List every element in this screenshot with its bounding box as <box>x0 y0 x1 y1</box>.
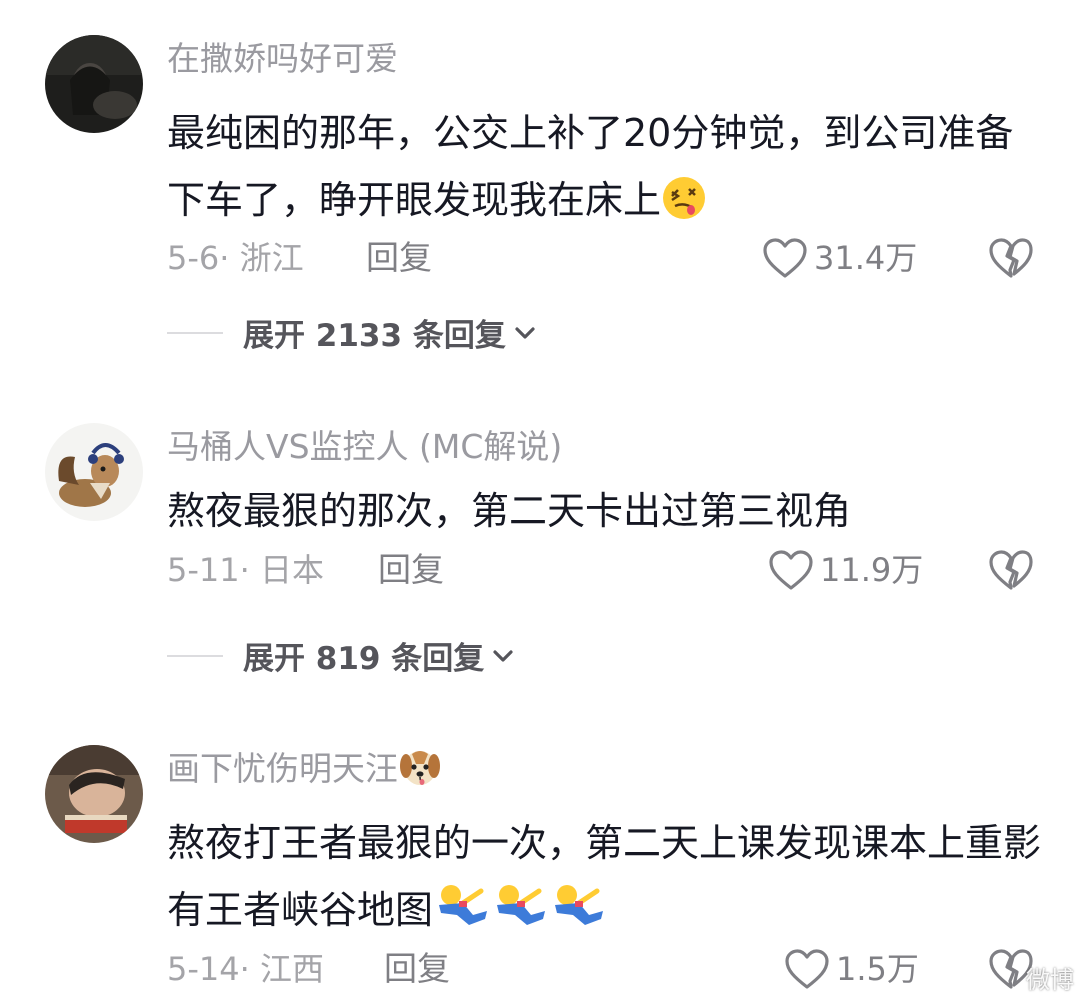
falling-person-emoji-icon <box>433 881 491 952</box>
username[interactable]: 马桶人VS监控人 (MC解说) <box>167 424 562 470</box>
username[interactable]: 画下忧伤明天汪 <box>167 746 442 800</box>
dislike-button[interactable] <box>988 548 1034 592</box>
dislike-button[interactable] <box>988 236 1034 280</box>
comment-text: 熬夜最狠的那次，第二天卡出过第三视角 <box>167 478 1047 545</box>
username[interactable]: 在撒娇吗好可爱 <box>167 36 398 82</box>
dog-face-emoji-icon <box>398 746 442 800</box>
like-button[interactable]: 11.9万 <box>768 548 923 592</box>
avatar[interactable] <box>45 423 143 521</box>
reply-button[interactable]: 回复 <box>384 947 450 991</box>
avatar[interactable] <box>45 745 143 843</box>
like-count: 11.9万 <box>820 551 924 589</box>
chevron-down-icon <box>493 649 513 662</box>
chevron-down-icon <box>515 326 535 339</box>
like-count: 31.4万 <box>814 239 918 277</box>
comments-page: 在撒娇吗好可爱 最纯困的那年，公交上补了20分钟觉，到公司准备下车了，睁开眼发现… <box>0 0 1080 1007</box>
heart-outline-icon <box>769 550 813 590</box>
expand-label: 展开 2133 条回复 <box>243 318 506 354</box>
like-button[interactable]: 1.5万 <box>784 947 919 991</box>
date-location: 5-14· 江西 <box>167 950 324 988</box>
falling-person-emoji-icon <box>491 881 549 952</box>
watermark: 微博 <box>1026 966 1074 994</box>
broken-heart-icon <box>989 238 1033 278</box>
falling-person-emoji-icon <box>549 881 607 952</box>
date-location: 5-6· 浙江 <box>167 239 304 277</box>
woozy-face-emoji-icon <box>661 175 707 242</box>
broken-heart-icon <box>989 550 1033 590</box>
divider-line <box>167 654 223 657</box>
expand-label: 展开 819 条回复 <box>243 641 485 677</box>
reply-button[interactable]: 回复 <box>378 548 444 592</box>
avatar[interactable] <box>45 35 143 133</box>
date-location: 5-11· 日本 <box>167 551 324 589</box>
divider-line <box>167 331 223 334</box>
expand-replies-button[interactable]: 展开 819 条回复 <box>167 633 516 678</box>
expand-replies-button[interactable]: 展开 2133 条回复 <box>167 310 538 355</box>
like-button[interactable]: 31.4万 <box>762 236 917 280</box>
like-count: 1.5万 <box>836 950 919 988</box>
username-text: 画下忧伤明天汪 <box>167 749 398 788</box>
comment-text-content: 最纯困的那年，公交上补了20分钟觉，到公司准备下车了，睁开眼发现我在床上 <box>167 111 1014 222</box>
reply-button[interactable]: 回复 <box>366 236 432 280</box>
heart-outline-icon <box>785 949 829 989</box>
heart-outline-icon <box>763 238 807 278</box>
comment-text: 最纯困的那年，公交上补了20分钟觉，到公司准备下车了，睁开眼发现我在床上 <box>167 100 1047 242</box>
comment-text-content: 熬夜最狠的那次，第二天卡出过第三视角 <box>167 489 852 533</box>
comment-text: 熬夜打王者最狠的一次，第二天上课发现课本上重影有王者峡谷地图 <box>167 810 1047 952</box>
